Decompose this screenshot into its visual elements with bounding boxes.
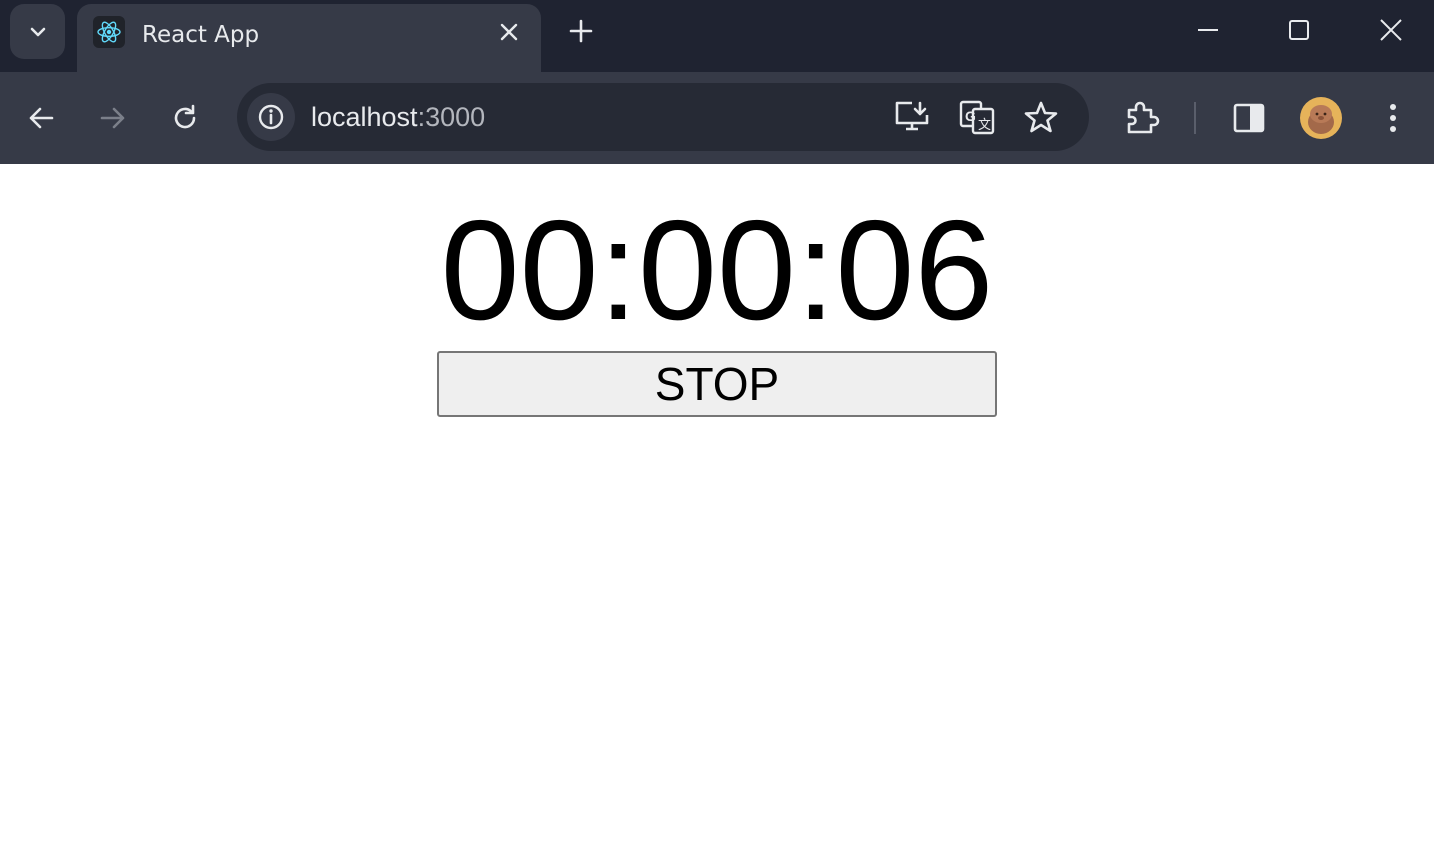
plus-icon bbox=[569, 19, 593, 43]
url-port: :3000 bbox=[417, 102, 486, 132]
minimize-icon bbox=[1198, 29, 1218, 31]
close-window-icon bbox=[1380, 19, 1402, 41]
svg-text:G: G bbox=[965, 108, 976, 124]
react-logo-icon bbox=[93, 16, 125, 48]
tab-strip: React App bbox=[0, 0, 1434, 72]
toolbar-divider bbox=[1194, 102, 1196, 134]
maximize-button[interactable] bbox=[1276, 8, 1322, 52]
url-host: localhost bbox=[311, 102, 418, 132]
translate-icon: G 文 bbox=[959, 100, 995, 135]
close-tab-button[interactable] bbox=[495, 18, 523, 46]
close-window-button[interactable] bbox=[1368, 8, 1414, 52]
reload-icon bbox=[174, 104, 196, 129]
bookmark-button[interactable] bbox=[1021, 97, 1061, 137]
back-button[interactable] bbox=[21, 98, 61, 138]
svg-text:文: 文 bbox=[978, 117, 991, 132]
stop-button[interactable]: STOP bbox=[437, 351, 997, 417]
install-app-button[interactable] bbox=[892, 97, 932, 137]
page-content: 00:00:06 STOP bbox=[0, 164, 1434, 844]
arrow-left-icon bbox=[29, 107, 54, 129]
translate-button[interactable]: G 文 bbox=[957, 97, 997, 137]
browser-menu-button[interactable] bbox=[1373, 98, 1413, 138]
avatar[interactable] bbox=[1300, 97, 1342, 139]
side-panel-button[interactable] bbox=[1229, 98, 1269, 138]
star-icon bbox=[1024, 101, 1058, 133]
address-bar[interactable]: localhost:3000 G 文 bbox=[237, 83, 1089, 151]
arrow-right-icon bbox=[100, 107, 125, 129]
browser-tab[interactable]: React App bbox=[77, 4, 541, 72]
timer-display: 00:00:06 bbox=[440, 191, 994, 350]
tab-search-button[interactable] bbox=[10, 4, 65, 59]
tab-title: React App bbox=[142, 22, 260, 48]
forward-button[interactable] bbox=[93, 98, 133, 138]
extensions-button[interactable] bbox=[1122, 98, 1162, 138]
close-icon bbox=[500, 23, 518, 41]
more-vertical-icon bbox=[1390, 104, 1396, 132]
reload-button[interactable] bbox=[165, 98, 205, 138]
puzzle-icon bbox=[1127, 101, 1160, 134]
maximize-icon bbox=[1289, 20, 1309, 40]
site-info-button[interactable] bbox=[247, 93, 295, 141]
info-icon bbox=[258, 104, 284, 130]
browser-toolbar: localhost:3000 G 文 bbox=[0, 72, 1434, 164]
install-app-icon bbox=[895, 101, 929, 131]
url-text: localhost:3000 bbox=[311, 101, 485, 133]
minimize-button[interactable] bbox=[1185, 8, 1231, 52]
chevron-down-icon bbox=[30, 27, 45, 36]
side-panel-icon bbox=[1233, 103, 1265, 133]
new-tab-button[interactable] bbox=[562, 12, 600, 50]
